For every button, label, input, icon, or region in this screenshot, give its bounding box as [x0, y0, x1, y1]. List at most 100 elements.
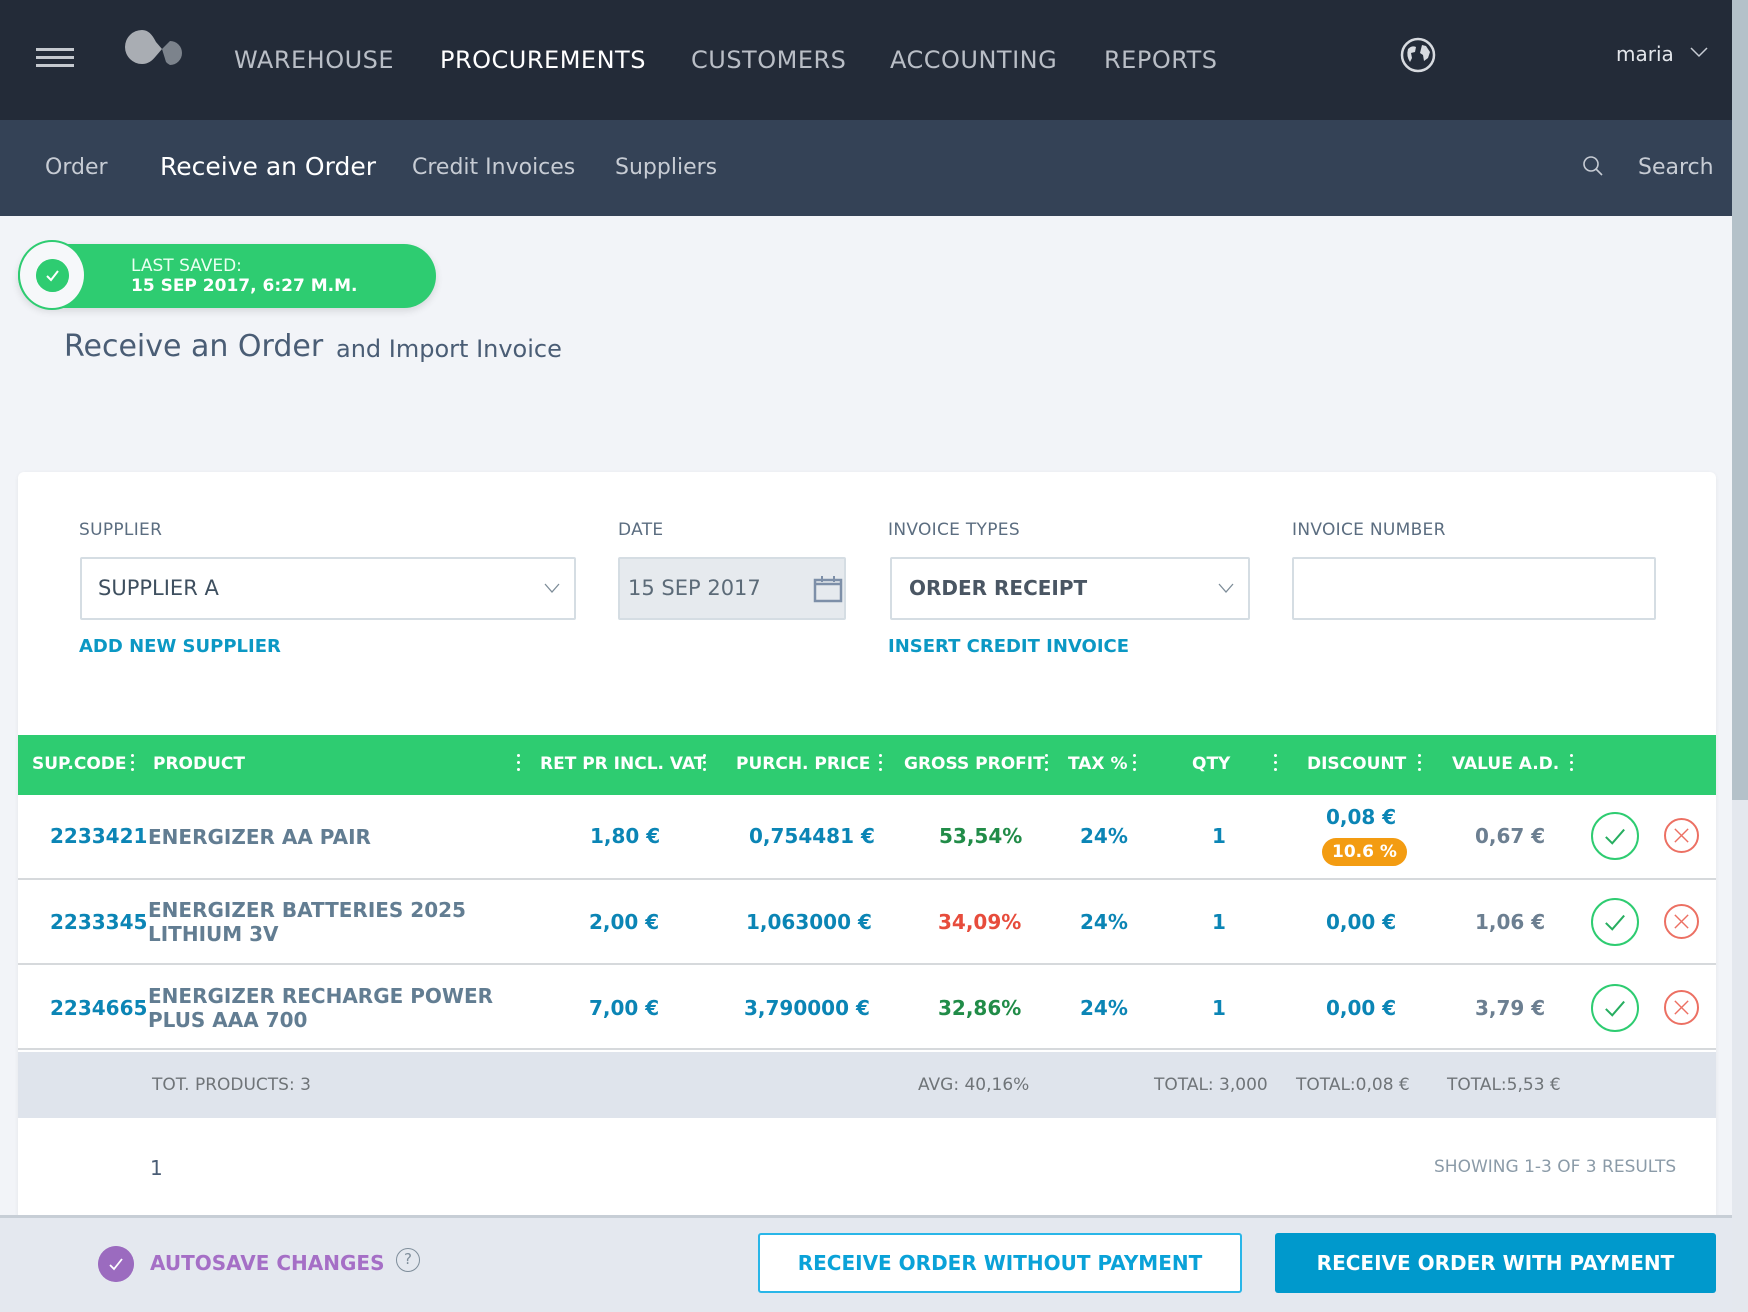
sup-code: 2233345	[50, 910, 148, 934]
quantity[interactable]: 1	[1212, 996, 1226, 1020]
help-icon[interactable]: ?	[396, 1248, 420, 1272]
add-new-supplier-link[interactable]: ADD NEW SUPPLIER	[79, 636, 281, 657]
purchase-price[interactable]: 0,754481 €	[749, 824, 875, 848]
date-label: DATE	[618, 520, 664, 540]
date-value: 15 SEP 2017	[628, 576, 761, 600]
tax-rate: 24%	[1080, 910, 1128, 934]
nav-procurements[interactable]: PROCUREMENTS	[440, 46, 646, 74]
sup-code: 2233421	[50, 824, 148, 848]
quantity[interactable]: 1	[1212, 910, 1226, 934]
discount-amount[interactable]: 0,00 €	[1326, 910, 1396, 934]
calendar-icon[interactable]	[813, 575, 843, 603]
invoice-number-input[interactable]	[1292, 557, 1656, 620]
column-menu-icon[interactable]	[1418, 754, 1422, 774]
supplier-value: SUPPLIER A	[98, 576, 219, 600]
product-name: ENERGIZER BATTERIES 2025	[148, 898, 466, 922]
subnav-credit-invoices[interactable]: Credit Invoices	[412, 155, 575, 180]
gross-profit: 34,09%	[938, 910, 1022, 934]
confirm-row-button[interactable]	[1591, 898, 1639, 946]
sup-code: 2234665	[50, 996, 148, 1020]
column-menu-icon[interactable]	[1133, 754, 1137, 774]
remove-row-button[interactable]	[1664, 904, 1699, 939]
tax-rate: 24%	[1080, 824, 1128, 848]
receive-without-payment-button[interactable]: RECEIVE ORDER WITHOUT PAYMENT	[758, 1233, 1242, 1293]
discount-percent-badge: 10.6 %	[1322, 838, 1407, 866]
search-input[interactable]: Search	[1638, 155, 1714, 180]
confirm-row-button[interactable]	[1591, 812, 1639, 860]
product-name-line-2: LITHIUM 3V	[148, 922, 279, 946]
gross-profit: 32,86%	[938, 996, 1022, 1020]
value-after-discount: 0,67 €	[1475, 824, 1546, 848]
discount-amount[interactable]: 0,00 €	[1326, 996, 1396, 1020]
column-header-tax[interactable]: TAX %	[1068, 754, 1128, 774]
check-icon	[36, 259, 69, 292]
column-menu-icon[interactable]	[703, 754, 707, 774]
subnav-order[interactable]: Order	[45, 155, 108, 180]
column-menu-icon[interactable]	[517, 754, 521, 774]
invoice-types-label: INVOICE TYPES	[888, 520, 1020, 540]
purchase-price[interactable]: 3,790000 €	[744, 996, 870, 1020]
results-count: SHOWING 1-3 OF 3 RESULTS	[1434, 1157, 1677, 1177]
product-name: ENERGIZER AA PAIR	[148, 825, 371, 849]
chevron-down-icon[interactable]	[1690, 46, 1708, 58]
nav-customers[interactable]: CUSTOMERS	[691, 46, 846, 74]
gross-profit: 53,54%	[939, 824, 1023, 848]
value-after-discount: 1,06 €	[1475, 910, 1546, 934]
last-saved-timestamp: 15 SEP 2017, 6:27 M.M.	[131, 276, 358, 296]
discount-amount[interactable]: 0,08 €	[1326, 805, 1396, 829]
globe-icon[interactable]	[1400, 37, 1436, 73]
product-name-line-2: PLUS AAA 700	[148, 1008, 308, 1032]
value-after-discount: 3,79 €	[1475, 996, 1546, 1020]
subnav-suppliers[interactable]: Suppliers	[615, 155, 717, 180]
search-icon[interactable]	[1582, 155, 1604, 177]
confirm-row-button[interactable]	[1591, 984, 1639, 1032]
subnav-receive-an-order[interactable]: Receive an Order	[160, 152, 376, 181]
receive-with-payment-button[interactable]: RECEIVE ORDER WITH PAYMENT	[1275, 1233, 1716, 1293]
column-header-sup-code[interactable]: SUP.CODE	[32, 754, 127, 774]
insert-credit-invoice-link[interactable]: INSERT CREDIT INVOICE	[888, 636, 1129, 657]
page-title: Receive an Order	[64, 329, 324, 364]
quantity[interactable]: 1	[1212, 824, 1226, 848]
last-saved-label: LAST SAVED:	[131, 256, 242, 276]
retail-price: 7,00 €	[589, 996, 660, 1020]
total-value: TOTAL:5,53 €	[1447, 1075, 1561, 1095]
tax-rate: 24%	[1080, 996, 1128, 1020]
column-menu-icon[interactable]	[1570, 754, 1574, 774]
app-logo[interactable]	[122, 28, 194, 76]
chevron-down-icon[interactable]	[544, 583, 560, 593]
remove-row-button[interactable]	[1664, 990, 1699, 1025]
column-header-qty[interactable]: QTY	[1192, 754, 1230, 774]
chevron-down-icon[interactable]	[1218, 583, 1234, 593]
column-menu-icon[interactable]	[879, 754, 883, 774]
nav-reports[interactable]: REPORTS	[1104, 46, 1218, 74]
user-menu[interactable]: maria	[1616, 42, 1674, 66]
purchase-price[interactable]: 1,063000 €	[746, 910, 872, 934]
column-header-retail-price[interactable]: RET PR INCL. VAT	[540, 754, 705, 774]
column-menu-icon[interactable]	[1045, 754, 1049, 774]
retail-price: 1,80 €	[590, 824, 661, 848]
column-menu-icon[interactable]	[131, 754, 135, 774]
total-quantity: TOTAL: 3,000	[1154, 1075, 1268, 1095]
pagination-page-1[interactable]: 1	[150, 1156, 163, 1180]
column-header-purchase-price[interactable]: PURCH. PRICE	[736, 754, 870, 774]
total-discount: TOTAL:0,08 €	[1296, 1075, 1410, 1095]
page-subtitle: and Import Invoice	[336, 335, 562, 363]
column-header-gross-profit[interactable]: GROSS PROFIT	[904, 754, 1045, 774]
column-menu-icon[interactable]	[1274, 754, 1278, 774]
invoice-number-label: INVOICE NUMBER	[1292, 520, 1446, 540]
nav-warehouse[interactable]: WAREHOUSE	[234, 46, 394, 74]
autosave-label[interactable]: AUTOSAVE CHANGES	[150, 1251, 385, 1275]
scrollbar-thumb[interactable]	[1732, 0, 1748, 800]
column-header-value-ad[interactable]: VALUE A.D.	[1452, 754, 1559, 774]
product-name: ENERGIZER RECHARGE POWER	[148, 984, 494, 1008]
remove-row-button[interactable]	[1664, 818, 1699, 853]
hamburger-icon[interactable]	[36, 48, 74, 68]
total-products: TOT. PRODUCTS: 3	[152, 1075, 311, 1095]
retail-price: 2,00 €	[589, 910, 660, 934]
autosave-checkbox[interactable]	[98, 1246, 134, 1282]
average-gross-profit: AVG: 40,16%	[918, 1075, 1030, 1095]
column-header-discount[interactable]: DISCOUNT	[1307, 754, 1406, 774]
invoice-type-value: ORDER RECEIPT	[909, 576, 1088, 600]
column-header-product[interactable]: PRODUCT	[153, 754, 245, 774]
nav-accounting[interactable]: ACCOUNTING	[890, 46, 1057, 74]
